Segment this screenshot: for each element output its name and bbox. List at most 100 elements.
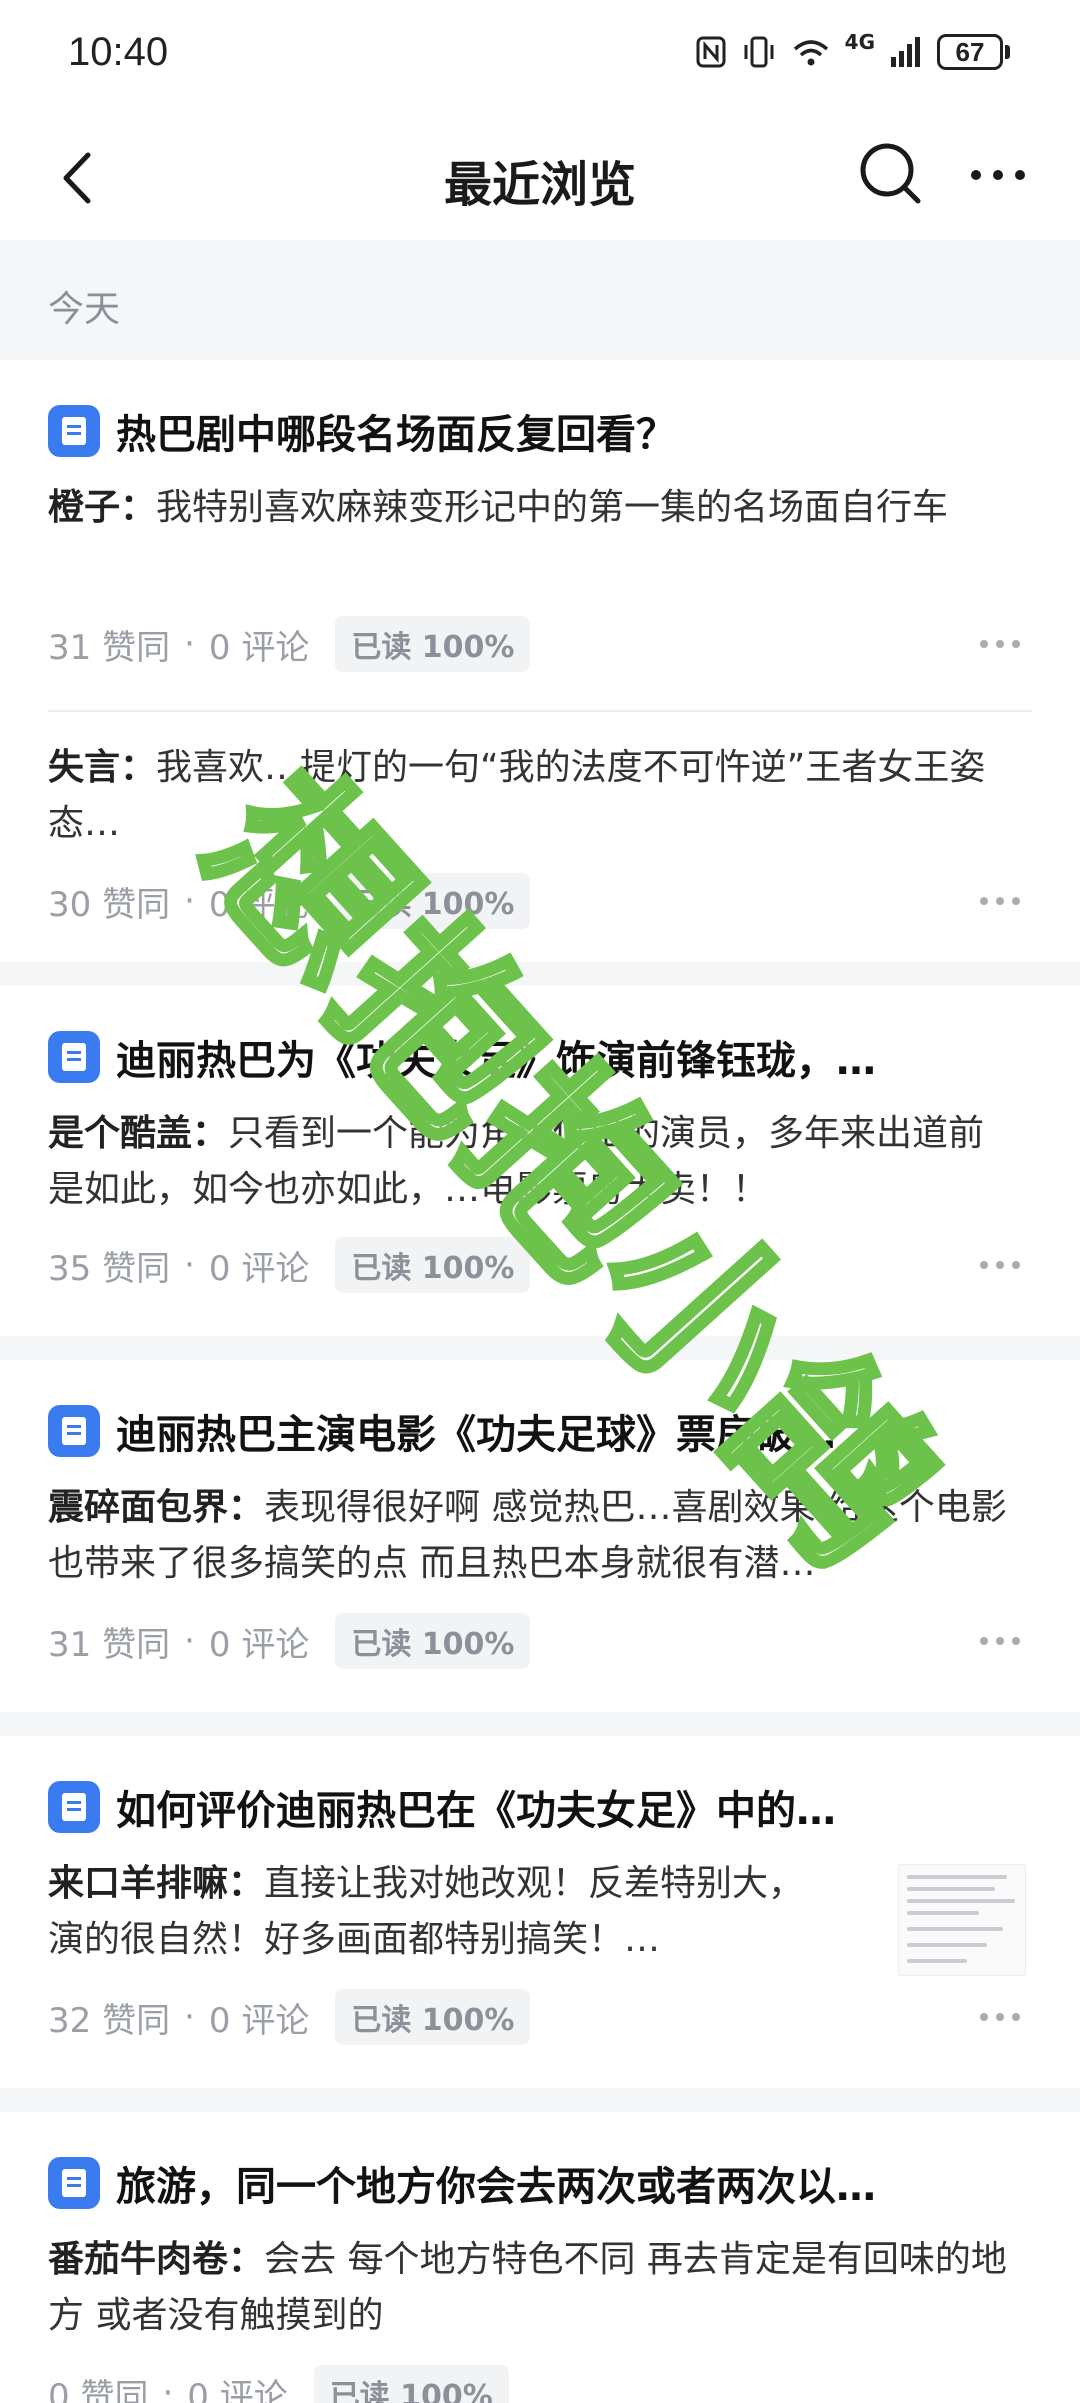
thumbnail-line bbox=[907, 1943, 987, 1947]
read-progress-badge: 已读 100% bbox=[335, 873, 531, 929]
vibrate-icon bbox=[744, 36, 774, 68]
item-excerpt[interactable]: 番茄牛肉卷：会去 每个地方特色不同 再去肯定是有回味的地方 或者没有触摸到的 bbox=[48, 2232, 1018, 2344]
status-time: 10:40 bbox=[68, 30, 169, 74]
read-progress-badge: 已读 100% bbox=[335, 616, 531, 672]
item-excerpt[interactable]: 橙子：我特别喜欢麻辣变形记中的第一集的名场面自行车 bbox=[48, 480, 1018, 536]
read-progress-badge: 已读 100% bbox=[335, 1613, 531, 1669]
nav-bar: 最近浏览 bbox=[0, 115, 1080, 240]
item-author: 失言： bbox=[48, 747, 157, 788]
chevron-left-icon bbox=[63, 152, 91, 204]
thumbnail-line bbox=[907, 1959, 967, 1963]
item-meta: 0 赞同 · 0 评论 已读 100% bbox=[48, 2364, 509, 2403]
thumbnail-line bbox=[907, 1887, 995, 1891]
history-feed[interactable]: 热巴剧中哪段名场面反复回看？ 橙子：我特别喜欢麻辣变形记中的第一集的名场面自行车… bbox=[0, 360, 1080, 2403]
meta-separator: · bbox=[184, 1997, 195, 2037]
meta-separator: · bbox=[184, 1245, 195, 1285]
card-gap bbox=[0, 1712, 1080, 1736]
like-count: 35 赞同 bbox=[48, 1248, 171, 1289]
comment-count: 0 评论 bbox=[208, 884, 310, 925]
network-type-label: 4G bbox=[844, 30, 875, 54]
meta-separator: · bbox=[184, 624, 195, 664]
list-item[interactable]: 旅游，同一个地方你会去两次或者两次以… 番茄牛肉卷：会去 每个地方特色不同 再去… bbox=[0, 2112, 1080, 2403]
article-icon bbox=[48, 1405, 100, 1457]
more-horizontal-icon bbox=[980, 1261, 1020, 1269]
item-author: 来口羊排嘛： bbox=[48, 1863, 265, 1904]
card-gap bbox=[0, 962, 1080, 986]
status-bar: 10:40 4G 67 bbox=[0, 0, 1080, 115]
item-excerpt[interactable]: 来口羊排嘛：直接让我对她改观！反差特别大，演的很自然！好多画面都特别搞笑！… bbox=[48, 1856, 808, 1968]
item-title-row[interactable]: 迪丽热巴主演电影《功夫足球》票房破… bbox=[48, 1402, 1038, 1460]
read-progress-badge: 已读 100% bbox=[335, 1989, 531, 2045]
wifi-icon bbox=[793, 40, 828, 66]
thumbnail-line bbox=[907, 1927, 1003, 1931]
item-more-button[interactable] bbox=[976, 620, 1024, 668]
item-excerpt[interactable]: 是个酷盖：只看到一个能为角色付出的演员，多年来出道前是如此，如今也亦如此，…电影… bbox=[48, 1106, 1018, 1218]
comment-count: 0 评论 bbox=[208, 627, 310, 668]
thumbnail-line bbox=[907, 1911, 979, 1915]
article-icon bbox=[48, 1781, 100, 1833]
more-options-button[interactable] bbox=[966, 143, 1030, 207]
item-excerpt-text: 我特别喜欢麻辣变形记中的第一集的名场面自行车 bbox=[156, 487, 949, 528]
battery-indicator: 67 bbox=[937, 34, 1010, 70]
more-horizontal-icon bbox=[980, 640, 1020, 648]
meta-separator: · bbox=[184, 881, 195, 921]
search-icon bbox=[860, 143, 921, 204]
item-excerpt[interactable]: 震碎面包界：表现得很好啊 感觉热巴…喜剧效果 给这个电影也带来了很多搞笑的点 而… bbox=[48, 1480, 1018, 1592]
like-count: 0 赞同 bbox=[48, 2376, 149, 2403]
nfc-icon bbox=[696, 36, 726, 68]
item-title-row[interactable]: 热巴剧中哪段名场面反复回看？ bbox=[48, 402, 1038, 460]
section-label: 今天 bbox=[48, 289, 121, 330]
list-item[interactable]: 热巴剧中哪段名场面反复回看？ 橙子：我特别喜欢麻辣变形记中的第一集的名场面自行车… bbox=[0, 360, 1080, 710]
like-count: 31 赞同 bbox=[48, 627, 171, 668]
comment-count: 0 评论 bbox=[208, 1624, 310, 1665]
comment-count: 0 评论 bbox=[187, 2376, 288, 2403]
thumbnail-line bbox=[907, 1875, 1007, 1879]
section-header-today: 今天 bbox=[0, 240, 1080, 360]
like-count: 32 赞同 bbox=[48, 2000, 171, 2041]
item-author: 震碎面包界： bbox=[48, 1487, 265, 1528]
meta-separator: · bbox=[162, 2373, 174, 2403]
back-button[interactable] bbox=[50, 143, 110, 213]
more-horizontal-icon bbox=[980, 897, 1020, 905]
item-title: 如何评价迪丽热巴在《功夫女足》中的… bbox=[116, 1788, 836, 1834]
item-thumbnail[interactable] bbox=[898, 1864, 1026, 1976]
like-count: 31 赞同 bbox=[48, 1624, 171, 1665]
search-button[interactable] bbox=[856, 139, 926, 209]
item-meta: 31 赞同 · 0 评论 已读 100% bbox=[48, 1612, 531, 1670]
item-excerpt-text: 我喜欢…提灯的一句“我的法度不可忤逆”王者女王姿态… bbox=[48, 747, 986, 844]
item-meta: 30 赞同 · 0 评论 已读 100% bbox=[48, 872, 531, 930]
more-horizontal-icon bbox=[980, 2013, 1020, 2021]
list-item[interactable]: 迪丽热巴主演电影《功夫足球》票房破… 震碎面包界：表现得很好啊 感觉热巴…喜剧效… bbox=[0, 1360, 1080, 1712]
item-more-button[interactable] bbox=[976, 1617, 1024, 1665]
more-horizontal-icon bbox=[980, 1637, 1020, 1645]
item-title: 旅游，同一个地方你会去两次或者两次以… bbox=[116, 2164, 876, 2210]
list-item[interactable]: 迪丽热巴为《功夫女足》饰演前锋钰珑，… 是个酷盖：只看到一个能为角色付出的演员，… bbox=[0, 986, 1080, 1336]
list-item[interactable]: 失言：我喜欢…提灯的一句“我的法度不可忤逆”王者女王姿态… 30 赞同 · 0 … bbox=[0, 712, 1080, 962]
status-icons: 4G 67 bbox=[695, 30, 1010, 74]
item-meta: 32 赞同 · 0 评论 已读 100% bbox=[48, 1988, 531, 2046]
thumbnail-line bbox=[907, 1899, 1015, 1903]
battery-tip bbox=[1005, 45, 1010, 59]
article-icon bbox=[48, 1031, 100, 1083]
read-progress-badge: 已读 100% bbox=[313, 2365, 509, 2403]
item-meta: 31 赞同 · 0 评论 已读 100% bbox=[48, 615, 531, 673]
like-count: 30 赞同 bbox=[48, 884, 171, 925]
item-more-button[interactable] bbox=[976, 877, 1024, 925]
item-more-button[interactable] bbox=[976, 1993, 1024, 2041]
battery-level: 67 bbox=[937, 34, 1003, 70]
item-more-button[interactable] bbox=[976, 1241, 1024, 1289]
item-meta: 35 赞同 · 0 评论 已读 100% bbox=[48, 1236, 531, 1294]
list-item[interactable]: 如何评价迪丽热巴在《功夫女足》中的… 来口羊排嘛：直接让我对她改观！反差特别大，… bbox=[0, 1736, 1080, 2088]
item-title-row[interactable]: 旅游，同一个地方你会去两次或者两次以… bbox=[48, 2154, 1038, 2212]
comment-count: 0 评论 bbox=[208, 2000, 310, 2041]
comment-count: 0 评论 bbox=[208, 1248, 310, 1289]
item-title-row[interactable]: 如何评价迪丽热巴在《功夫女足》中的… bbox=[48, 1778, 1038, 1836]
card-gap bbox=[0, 1336, 1080, 1360]
item-title: 迪丽热巴为《功夫女足》饰演前锋钰珑，… bbox=[116, 1038, 876, 1084]
meta-separator: · bbox=[184, 1621, 195, 1661]
article-icon bbox=[48, 2157, 100, 2209]
item-title-row[interactable]: 迪丽热巴为《功夫女足》饰演前锋钰珑，… bbox=[48, 1028, 1038, 1086]
item-title: 热巴剧中哪段名场面反复回看？ bbox=[116, 412, 676, 458]
item-excerpt[interactable]: 失言：我喜欢…提灯的一句“我的法度不可忤逆”王者女王姿态… bbox=[48, 740, 1018, 852]
item-author: 番茄牛肉卷： bbox=[48, 2239, 265, 2280]
